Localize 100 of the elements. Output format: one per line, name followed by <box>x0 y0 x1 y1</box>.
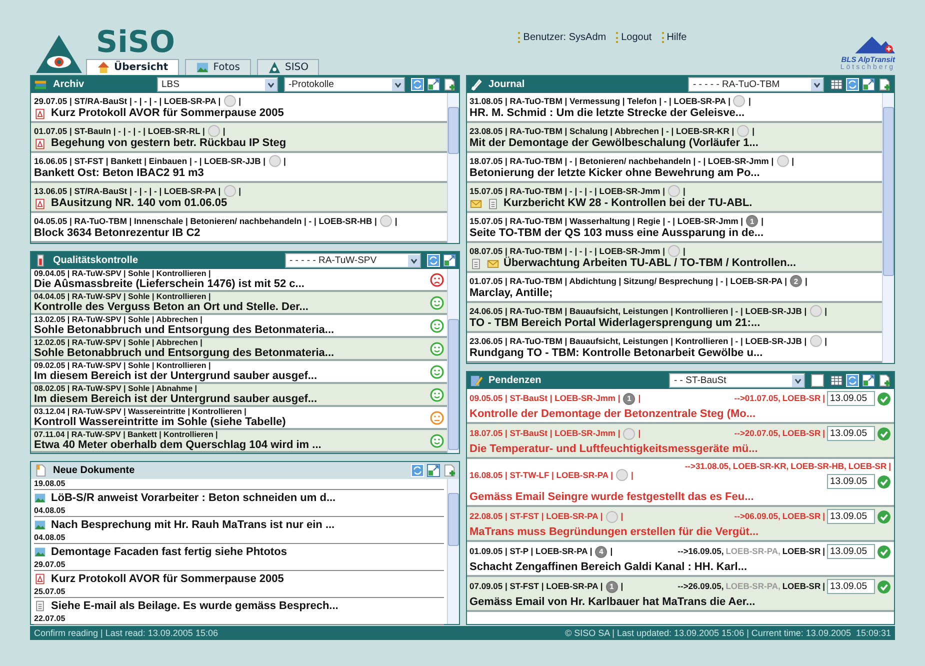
entry-title[interactable]: Kurzbericht KW 28 - Kontrollen bei der TU-ABL. <box>504 197 752 210</box>
entry-title[interactable]: Kontrolle des Verguss Beton an Ort und Stelle. Der... <box>34 301 430 313</box>
header-link[interactable]: Logout <box>616 32 652 43</box>
check-icon[interactable] <box>877 544 891 558</box>
date-field[interactable]: 13.09.05 <box>827 544 875 559</box>
filter-dropdown[interactable]: - - - - - RA-TuW-SPV <box>284 253 420 268</box>
entry-title[interactable]: TO - TBM Bereich Portal Widerlagersprengung um 21:... <box>470 317 760 330</box>
entry-title[interactable]: Marclay, Antille; <box>470 287 553 300</box>
pdf-file-icon <box>34 573 46 585</box>
entry-title[interactable]: Sohle Betonabbruch und Entsorgung des Betonmateria... <box>34 347 430 359</box>
document-title[interactable]: LöB-S/R anweist Vorarbeiter : Beton schneiden um d... <box>51 492 336 504</box>
entry-title[interactable]: Kurz Protokoll AVOR für Sommerpause 2005 <box>51 107 284 120</box>
table-icon[interactable] <box>830 78 843 91</box>
document-date: 04.08.05 <box>34 533 444 544</box>
maximize-icon[interactable] <box>426 78 440 91</box>
entry-title[interactable]: Die Aûsmassbreite (Lieferschein 1476) ist mit 52 c... <box>34 278 430 290</box>
checkbox[interactable] <box>811 374 824 387</box>
task-title[interactable]: Die Temperatur- und Luftfeuchtigkeitsmessgeräte mü... <box>470 443 891 456</box>
date-field[interactable]: 13.09.05 <box>827 579 875 594</box>
task-title[interactable]: Schacht Zengaffinen Bereich Galdi Kanal : HH. Karl... <box>470 561 891 574</box>
filter-dropdown[interactable]: -Protokolle <box>284 77 404 92</box>
assignee: LOEB-SR <box>848 461 887 472</box>
entry-meta: 09.04.05 | RA-TuW-SPV | Sohle | Kontrollieren | <box>34 269 212 278</box>
maximize-icon[interactable] <box>426 464 440 477</box>
entry-meta: 18.07.05 | RA-TuO-TBM | - | Betonieren/ nachbehandeln | - | LOEB-SR-Jmm | <box>470 156 774 166</box>
entry-title[interactable]: Block 3634 Betonrezentur IB C2 <box>34 227 200 240</box>
document-title[interactable]: Demontage Facaden fast fertig siehe Phtotos <box>51 546 287 558</box>
refresh-icon[interactable] <box>410 464 424 477</box>
nav-tab[interactable]: Fotos <box>185 59 251 75</box>
entry-title[interactable]: Überwachtung Arbeiten TU-ABL / TO-TBM / Kontrollen... <box>504 257 796 270</box>
scrollbar[interactable] <box>446 479 458 624</box>
entry-title[interactable]: Begehung von gestern betr. Rückbau IP Steg <box>51 137 286 150</box>
add-document-icon[interactable] <box>442 464 456 477</box>
smiley-icon <box>430 318 444 332</box>
house-icon <box>97 61 110 74</box>
header-link[interactable]: Benutzer: SysAdm <box>518 32 606 43</box>
task-title[interactable]: Gemäss Email von Hr. Karlbauer hat MaTrans die Aer... <box>470 596 891 609</box>
entry-title[interactable]: Rundgang TO - TBM: Kontrolle Betonarbeit Gewölbe u... <box>470 347 763 360</box>
task-title[interactable]: Gemäss Email Seingre wurde festgestellt das es Feu... <box>470 491 891 504</box>
date-field[interactable]: 13.09.05 <box>827 426 875 441</box>
entry-title[interactable]: Sohle Betonabbruch und Entsorgung des Betonmateria... <box>34 324 430 336</box>
add-document-icon[interactable] <box>878 78 891 91</box>
assignee: LOEB-SR-PA, <box>726 581 780 592</box>
entry-title[interactable]: Im diesem Bereich ist der Untergrund sauber ausgef... <box>34 370 430 382</box>
entry-title[interactable]: Betonierung der letzte Kicker ohne Bewehrung am Po... <box>470 167 760 180</box>
check-icon[interactable] <box>877 426 891 440</box>
table-icon[interactable] <box>830 374 843 387</box>
refresh-icon[interactable] <box>846 78 859 91</box>
status-badge <box>616 469 628 481</box>
filter-dropdown[interactable]: LBS <box>156 77 278 92</box>
refresh-icon[interactable] <box>410 78 424 91</box>
smiley-icon <box>430 434 444 448</box>
filter-dropdown[interactable]: - - - - - RA-TuO-TBM <box>688 77 824 92</box>
separator-text: | <box>822 393 825 404</box>
entry-title[interactable]: Seite TO-TBM der QS 103 muss eine Aussparung in de... <box>470 227 764 240</box>
date-field[interactable]: 13.09.05 <box>827 474 875 489</box>
nav-tab[interactable]: Übersicht <box>86 59 180 75</box>
status-left[interactable]: Confirm reading | Last read: 13.09.2005 15:06 <box>34 628 218 638</box>
entry-title[interactable]: Mit der Demontage der Gewölbeschalung (Vorläufer 1... <box>470 137 758 150</box>
entry-title[interactable]: Bankett Ost: Beton IBAC2 91 m3 <box>34 167 204 180</box>
add-document-icon[interactable] <box>442 78 456 91</box>
scrollbar[interactable] <box>882 93 894 363</box>
separator-text: | <box>822 581 825 592</box>
check-icon[interactable] <box>877 474 891 488</box>
add-document-icon[interactable] <box>878 374 891 387</box>
task-title[interactable]: MaTrans muss Begründungen erstellen für die Vergüt... <box>470 526 891 539</box>
scrollbar[interactable] <box>446 93 458 243</box>
due-date: -->01.07.05, <box>734 393 780 404</box>
scrollbar[interactable] <box>446 269 458 453</box>
maximize-icon[interactable] <box>862 374 875 387</box>
page-icon <box>34 464 47 477</box>
separator-text: | <box>238 186 242 196</box>
separator-text: | <box>752 126 754 136</box>
refresh-icon[interactable] <box>846 374 859 387</box>
check-icon[interactable] <box>877 510 891 524</box>
date-field[interactable]: 13.09.05 <box>827 509 875 524</box>
entry-title[interactable]: HR. M. Schmid : Um die letzte Strecke der Geleisve... <box>470 107 745 120</box>
assignee: LOEB-SR <box>782 393 821 404</box>
entry-meta: 07.11.04 | RA-TuW-SPV | Bankett | Kontrollieren | <box>34 430 219 439</box>
refresh-icon[interactable] <box>426 254 440 267</box>
document-title[interactable]: Kurz Protokoll AVOR für Sommerpause 2005 <box>51 572 284 586</box>
task-title[interactable]: Kontrolle der Demontage der Betonzentrale Steg (Mo... <box>470 408 891 421</box>
entry-title[interactable]: Etwa 40 Meter oberhalb dem Querschlag 104 wird im ... <box>34 439 430 451</box>
assignee: LOEB-SR-HB, <box>790 461 846 472</box>
document-title[interactable]: Siehe E-mail als Beilage. Es wurde gemäss Besprech... <box>51 600 338 612</box>
filter-dropdown[interactable]: - - ST-BauSt <box>669 373 805 388</box>
document-title[interactable]: Nach Besprechung mit Hr. Rauh MaTrans ist nur ein ... <box>51 518 335 532</box>
nav-tab[interactable]: SISO <box>256 59 320 75</box>
check-icon[interactable] <box>877 392 891 406</box>
entry-meta: 13.02.05 | RA-TuW-SPV | Sohle | Abbrechen | <box>34 315 204 324</box>
header-link[interactable]: Hilfe <box>662 32 687 43</box>
maximize-icon[interactable] <box>862 78 875 91</box>
entry-meta: 12.02.05 | RA-TuW-SPV | Sohle | Abbrechen | <box>34 338 204 347</box>
entry-title[interactable]: BAusitzung NR. 140 vom 01.06.05 <box>51 197 228 210</box>
maximize-icon[interactable] <box>442 254 456 267</box>
entry-title[interactable]: Im diesem Bereich ist der Untergrund sauber ausgef... <box>34 393 430 405</box>
entry-meta: 01.09.05 | ST-P | LOEB-SR-PA | <box>470 546 592 557</box>
entry-title[interactable]: Kontroll Wassereintritte im Sohle (siehe Tabelle) <box>34 416 430 428</box>
date-field[interactable]: 13.09.05 <box>827 391 875 406</box>
check-icon[interactable] <box>877 580 891 594</box>
